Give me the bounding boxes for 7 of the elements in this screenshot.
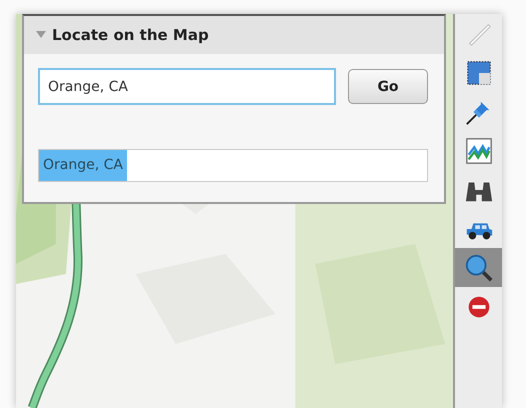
location-search-field[interactable]: Orange, CA bbox=[38, 68, 336, 105]
panel-title: Locate on the Map bbox=[52, 26, 209, 44]
search-icon bbox=[464, 252, 494, 282]
collapse-triangle-icon[interactable] bbox=[36, 31, 46, 39]
result-item[interactable]: Orange, CA bbox=[39, 150, 127, 181]
go-button[interactable]: Go bbox=[348, 69, 428, 104]
chart-icon bbox=[464, 136, 494, 166]
